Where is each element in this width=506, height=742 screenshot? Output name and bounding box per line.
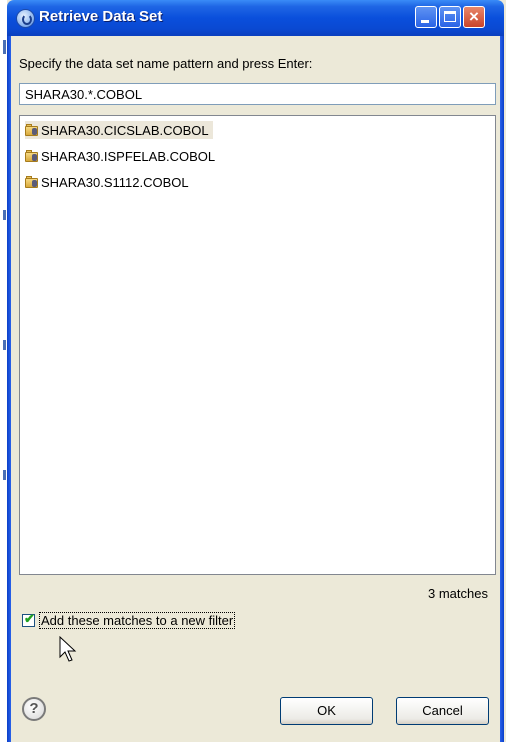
- background-marker: [3, 470, 6, 480]
- title-bar[interactable]: Retrieve Data Set ×: [7, 0, 504, 36]
- list-item[interactable]: SHARA30.S1112.COBOL: [25, 173, 193, 191]
- background-marker: [3, 210, 6, 220]
- list-item-label: SHARA30.S1112.COBOL: [41, 174, 189, 190]
- cancel-button[interactable]: Cancel: [396, 697, 489, 725]
- mouse-cursor-icon: [59, 636, 77, 662]
- maximize-button[interactable]: [439, 6, 461, 28]
- ok-button[interactable]: OK: [280, 697, 373, 725]
- background-marker: [3, 340, 6, 350]
- add-to-filter-checkbox[interactable]: ✔: [22, 611, 35, 627]
- window-title: Retrieve Data Set: [39, 8, 163, 25]
- maximize-icon: [444, 11, 456, 22]
- list-item[interactable]: SHARA30.CICSLAB.COBOL: [25, 121, 213, 139]
- close-icon: ×: [469, 7, 479, 26]
- background-marker: [3, 40, 6, 54]
- results-list[interactable]: SHARA30.CICSLAB.COBOL SHARA30.ISPFELAB.C…: [19, 115, 496, 575]
- match-count: 3 matches: [428, 586, 488, 601]
- retrieve-data-set-dialog: Retrieve Data Set × Specify the data set…: [7, 0, 504, 742]
- checkmark-icon: ✔: [24, 611, 35, 626]
- list-item-label: SHARA30.ISPFELAB.COBOL: [41, 148, 216, 164]
- dialog-frame-right: [500, 36, 504, 742]
- instruction-label: Specify the data set name pattern and pr…: [19, 56, 313, 71]
- minimize-button[interactable]: [415, 6, 437, 28]
- list-item-label: SHARA30.CICSLAB.COBOL: [41, 122, 209, 138]
- dataset-folder-icon: [25, 124, 39, 136]
- help-icon[interactable]: ?: [22, 697, 46, 721]
- dataset-folder-icon: [25, 176, 39, 188]
- dialog-frame-left: [7, 36, 11, 742]
- list-item[interactable]: SHARA30.ISPFELAB.COBOL: [25, 147, 219, 165]
- add-to-filter-label[interactable]: Add these matches to a new filter: [39, 612, 236, 629]
- minimize-icon: [421, 20, 429, 23]
- app-icon: [16, 9, 35, 28]
- close-button[interactable]: ×: [463, 6, 485, 28]
- pattern-input[interactable]: [19, 83, 496, 105]
- dataset-folder-icon: [25, 150, 39, 162]
